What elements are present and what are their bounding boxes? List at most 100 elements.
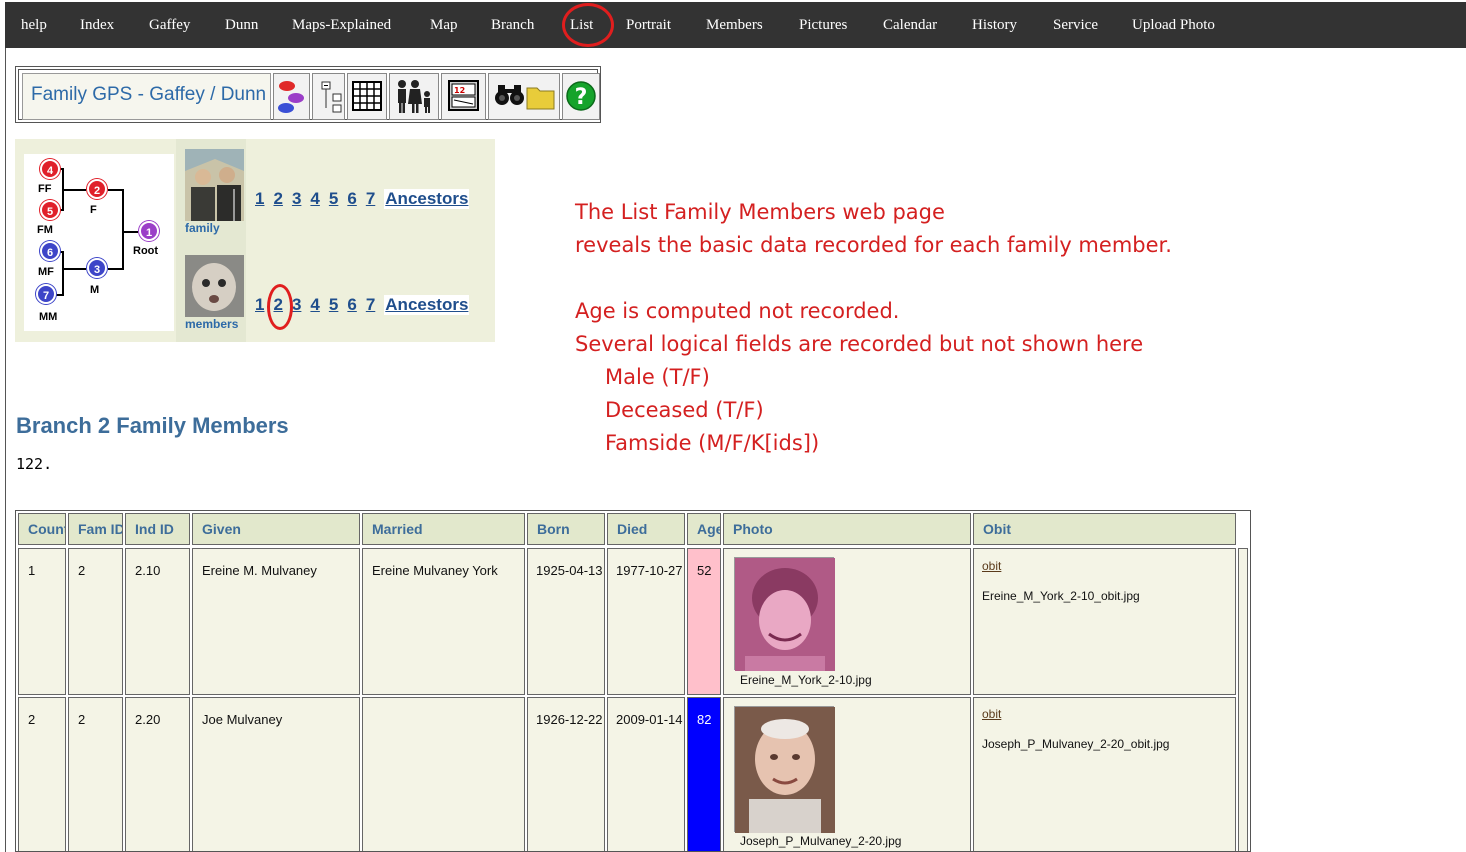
- header-married[interactable]: Married: [362, 513, 525, 545]
- ovals-button[interactable]: [273, 73, 310, 120]
- family-branch-7-link[interactable]: 7: [366, 189, 375, 209]
- members-branch-1-link[interactable]: 1: [255, 295, 264, 315]
- row1-fam-id: 2: [68, 548, 123, 695]
- family-gps-toolbar: Family GPS - Gaffey / Dunn 12 ?: [15, 66, 601, 123]
- table-right-edge: [1238, 548, 1248, 851]
- nav-portrait[interactable]: Portrait: [626, 2, 671, 48]
- row2-obit-link[interactable]: obit: [982, 707, 1001, 721]
- member-count: 122.: [16, 455, 53, 473]
- members-label[interactable]: members: [185, 317, 238, 331]
- header-given[interactable]: Given: [192, 513, 360, 545]
- family-branch-1-link[interactable]: 1: [255, 189, 264, 209]
- page-title: Branch 2 Family Members: [16, 413, 289, 438]
- woman-portrait-image: [735, 558, 835, 671]
- annotation-line-7: Famside (M/F/K[ids]): [605, 431, 820, 455]
- help-question-icon: ?: [566, 81, 596, 111]
- top-nav-bar: help Index Gaffey Dunn Maps-Explained Ma…: [5, 2, 1466, 48]
- row1-ind-id: 2.10: [125, 548, 190, 695]
- row2-age: 82: [687, 697, 721, 851]
- row1-photo[interactable]: [734, 557, 835, 671]
- row2-ind-id: 2.20: [125, 697, 190, 851]
- nav-gaffey[interactable]: Gaffey: [149, 2, 190, 48]
- row1-born: 1925-04-13: [527, 548, 605, 695]
- help-button[interactable]: ?: [562, 73, 600, 120]
- header-died[interactable]: Died: [607, 513, 685, 545]
- expand-collapse-button[interactable]: [312, 73, 345, 120]
- tree-node-6[interactable]: 6: [40, 241, 60, 261]
- nav-branch[interactable]: Branch: [491, 2, 534, 48]
- branch-2-highlight-circle: [267, 284, 293, 330]
- man-portrait-image: [735, 707, 835, 833]
- tree-node-4[interactable]: 4: [40, 159, 60, 179]
- id-card-button[interactable]: 12: [441, 73, 486, 120]
- header-count[interactable]: Count: [18, 513, 66, 545]
- members-branch-4-link[interactable]: 4: [310, 295, 319, 315]
- row1-married: Ereine Mulvaney York: [362, 548, 525, 695]
- branch-navigator-panel: 4 FF 5 FM 2 F 6 MF 7 MM 3 M 1 Root famil…: [15, 139, 495, 342]
- tree-node-5[interactable]: 5: [40, 200, 60, 220]
- row1-given: Ereine M. Mulvaney: [192, 548, 360, 695]
- row2-died: 2009-01-14: [607, 697, 685, 851]
- tree-label-ff: FF: [38, 183, 52, 195]
- nav-maps-explained[interactable]: Maps-Explained: [292, 2, 391, 48]
- tree-node-1[interactable]: 1: [139, 221, 159, 241]
- calendar-grid-button[interactable]: [347, 73, 387, 120]
- header-ind-id[interactable]: Ind ID: [125, 513, 190, 545]
- nav-service[interactable]: Service: [1053, 2, 1098, 48]
- svg-text:?: ?: [575, 85, 588, 110]
- members-ancestors-link[interactable]: Ancestors: [384, 295, 470, 315]
- site-title[interactable]: Family GPS - Gaffey / Dunn: [22, 73, 271, 120]
- family-branch-4-link[interactable]: 4: [310, 189, 319, 209]
- members-branch-7-link[interactable]: 7: [366, 295, 375, 315]
- row2-obit-cell: obit Joseph_P_Mulvaney_2-20_obit.jpg: [973, 697, 1236, 851]
- header-age[interactable]: Age: [687, 513, 721, 545]
- members-branch-6-link[interactable]: 6: [347, 295, 356, 315]
- family-members-table: Count Fam ID Ind ID Given Married Born D…: [15, 510, 1251, 852]
- family-branch-5-link[interactable]: 5: [329, 189, 338, 209]
- family-label[interactable]: family: [185, 221, 220, 235]
- family-branch-2-link[interactable]: 2: [273, 189, 282, 209]
- nav-pictures[interactable]: Pictures: [799, 2, 847, 48]
- annotation-line-3: Age is computed not recorded.: [575, 299, 900, 323]
- row1-died: 1977-10-27: [607, 548, 685, 695]
- family-portrait-image: [185, 149, 244, 221]
- nav-members[interactable]: Members: [706, 2, 763, 48]
- row1-age: 52: [687, 548, 721, 695]
- row2-photo[interactable]: [734, 706, 835, 833]
- family-thumbnail[interactable]: [185, 149, 244, 221]
- header-fam-id[interactable]: Fam ID: [68, 513, 123, 545]
- expand-collapse-icon: [321, 81, 342, 113]
- ovals-icon: [278, 81, 304, 113]
- ancestry-tree-diagram: 4 FF 5 FM 2 F 6 MF 7 MM 3 M 1 Root: [24, 154, 174, 331]
- header-born[interactable]: Born: [527, 513, 605, 545]
- search-folder-button[interactable]: [488, 73, 560, 120]
- nav-history[interactable]: History: [972, 2, 1017, 48]
- family-branch-6-link[interactable]: 6: [347, 189, 356, 209]
- nav-help[interactable]: help: [21, 2, 47, 48]
- id-card-icon: 12: [448, 80, 479, 111]
- members-branch-5-link[interactable]: 5: [329, 295, 338, 315]
- nav-dunn[interactable]: Dunn: [225, 2, 258, 48]
- tree-label-f: F: [90, 204, 97, 216]
- nav-calendar[interactable]: Calendar: [883, 2, 937, 48]
- tree-label-mf: MF: [38, 266, 54, 278]
- tree-label-mm: MM: [39, 311, 58, 323]
- family-branch-3-link[interactable]: 3: [292, 189, 301, 209]
- baby-portrait-image: [185, 255, 244, 317]
- nav-index[interactable]: Index: [80, 2, 114, 48]
- members-branch-3-link[interactable]: 3: [292, 295, 301, 315]
- header-obit[interactable]: Obit: [973, 513, 1236, 545]
- row1-obit-cell: obit Ereine_M_York_2-10_obit.jpg: [973, 548, 1236, 695]
- row2-obit-filename: Joseph_P_Mulvaney_2-20_obit.jpg: [982, 737, 1170, 751]
- toolbar-frame: Family GPS - Gaffey / Dunn 12 ?: [18, 69, 600, 120]
- family-ancestors-link[interactable]: Ancestors: [384, 189, 470, 209]
- tree-node-7[interactable]: 7: [36, 284, 56, 304]
- header-photo[interactable]: Photo: [723, 513, 971, 545]
- tree-node-2[interactable]: 2: [87, 179, 107, 199]
- nav-upload-photo[interactable]: Upload Photo: [1132, 2, 1215, 48]
- row1-obit-link[interactable]: obit: [982, 559, 1001, 573]
- family-people-button[interactable]: [389, 73, 439, 120]
- svg-text:12: 12: [454, 86, 465, 95]
- tree-node-3[interactable]: 3: [87, 258, 107, 278]
- nav-map[interactable]: Map: [430, 2, 458, 48]
